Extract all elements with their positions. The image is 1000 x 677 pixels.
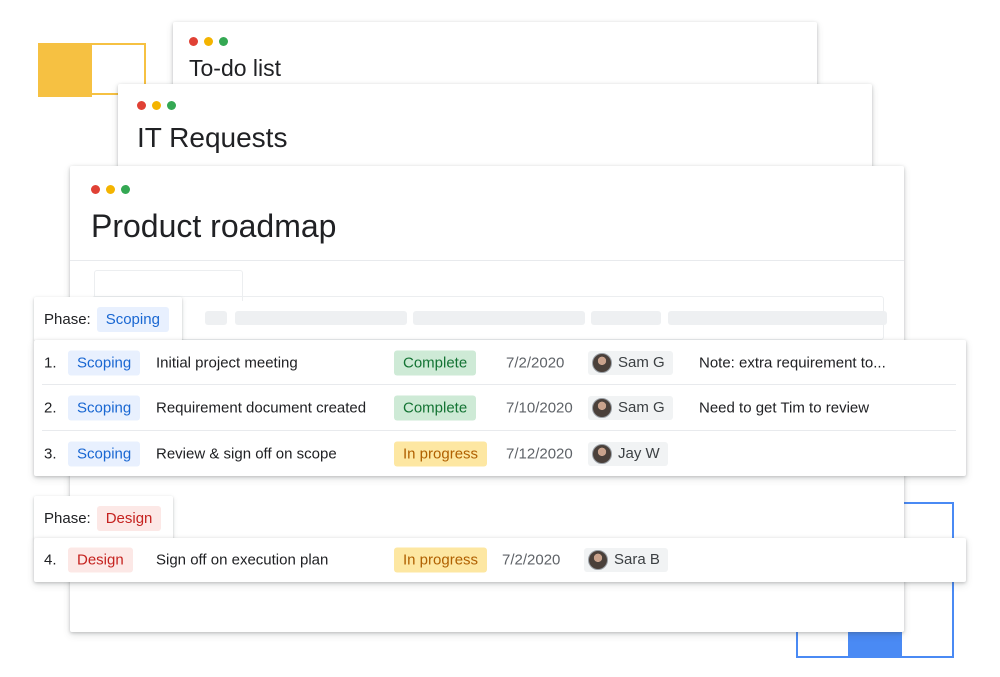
avatar-icon <box>592 352 612 373</box>
close-dot-icon[interactable] <box>189 37 198 46</box>
avatar-icon <box>588 550 608 570</box>
note-text[interactable]: Note: extra requirement to... <box>699 354 886 371</box>
task-name[interactable]: Requirement document created <box>156 399 366 416</box>
due-date[interactable]: 7/12/2020 <box>506 445 573 462</box>
avatar-icon <box>592 443 612 464</box>
placeholder-bar <box>413 311 585 325</box>
close-dot-icon[interactable] <box>137 101 146 110</box>
header-divider <box>70 260 904 261</box>
assignee-name: Sam G <box>618 353 665 371</box>
minimize-dot-icon[interactable] <box>152 101 161 110</box>
status-badge[interactable]: In progress <box>394 547 488 573</box>
due-date[interactable]: 7/10/2020 <box>506 399 573 416</box>
phase-tag[interactable]: Scoping <box>68 441 141 466</box>
maximize-dot-icon[interactable] <box>167 101 176 110</box>
row-number: 1. <box>44 354 57 371</box>
due-date[interactable]: 7/2/2020 <box>506 354 564 371</box>
placeholder-bar <box>591 311 661 325</box>
table-row[interactable]: 1. Scoping Initial project meeting Compl… <box>34 340 966 385</box>
window-title: IT Requests <box>137 122 288 153</box>
task-group-design: 4. Design Sign off on execution plan In … <box>34 538 966 582</box>
table-row[interactable]: 2. Scoping Requirement document created … <box>34 385 966 430</box>
minimize-dot-icon[interactable] <box>204 37 213 46</box>
status-badge[interactable]: Complete <box>394 350 477 375</box>
maximize-dot-icon[interactable] <box>121 185 130 194</box>
task-group-scoping: 1. Scoping Initial project meeting Compl… <box>34 340 966 476</box>
placeholder-bar <box>235 311 407 325</box>
placeholder-bar <box>205 311 227 325</box>
task-name[interactable]: Sign off on execution plan <box>156 552 328 569</box>
window-controls <box>91 185 130 194</box>
due-date[interactable]: 7/2/2020 <box>502 552 560 569</box>
window-title: To-do list <box>189 55 282 81</box>
placeholder-header-row <box>92 296 887 340</box>
row-number: 3. <box>44 445 57 462</box>
phase-tag[interactable]: Design <box>96 505 162 531</box>
phase-tag[interactable]: Scoping <box>68 395 141 420</box>
table-row[interactable]: 3. Scoping Review & sign off on scope In… <box>34 431 966 476</box>
row-number: 4. <box>44 551 57 569</box>
placeholder-bar <box>668 311 887 325</box>
window-controls <box>137 101 176 110</box>
maximize-dot-icon[interactable] <box>219 37 228 46</box>
phase-tag[interactable]: Scoping <box>96 306 169 332</box>
assignee-name: Sam G <box>618 398 665 416</box>
assignee-chip[interactable]: Jay W <box>588 441 668 466</box>
phase-tag[interactable]: Scoping <box>68 350 141 375</box>
phase-label: Phase: <box>44 509 91 527</box>
task-name[interactable]: Review & sign off on scope <box>156 445 337 462</box>
minimize-dot-icon[interactable] <box>106 185 115 194</box>
window-title: Product roadmap <box>91 208 337 244</box>
assignee-chip[interactable]: Sam G <box>588 395 673 420</box>
phase-tag[interactable]: Design <box>68 547 133 573</box>
table-row[interactable]: 4. Design Sign off on execution plan In … <box>34 538 966 582</box>
assignee-name: Jay W <box>618 444 660 462</box>
window-controls <box>189 37 228 46</box>
close-dot-icon[interactable] <box>91 185 100 194</box>
avatar-icon <box>592 397 612 418</box>
task-name[interactable]: Initial project meeting <box>156 354 298 371</box>
assignee-chip[interactable]: Sam G <box>588 350 673 375</box>
note-text[interactable]: Need to get Tim to review <box>699 399 869 416</box>
assignee-chip[interactable]: Sara B <box>584 548 668 572</box>
assignee-name: Sara B <box>614 551 660 568</box>
status-badge[interactable]: In progress <box>394 441 488 466</box>
row-number: 2. <box>44 399 57 416</box>
phase-header-scoping[interactable]: Phase: Scoping <box>34 297 182 341</box>
decorative-yellow-square <box>38 43 92 97</box>
phase-label: Phase: <box>44 310 91 328</box>
phase-header-design[interactable]: Phase: Design <box>34 496 173 540</box>
status-badge[interactable]: Complete <box>394 395 477 420</box>
